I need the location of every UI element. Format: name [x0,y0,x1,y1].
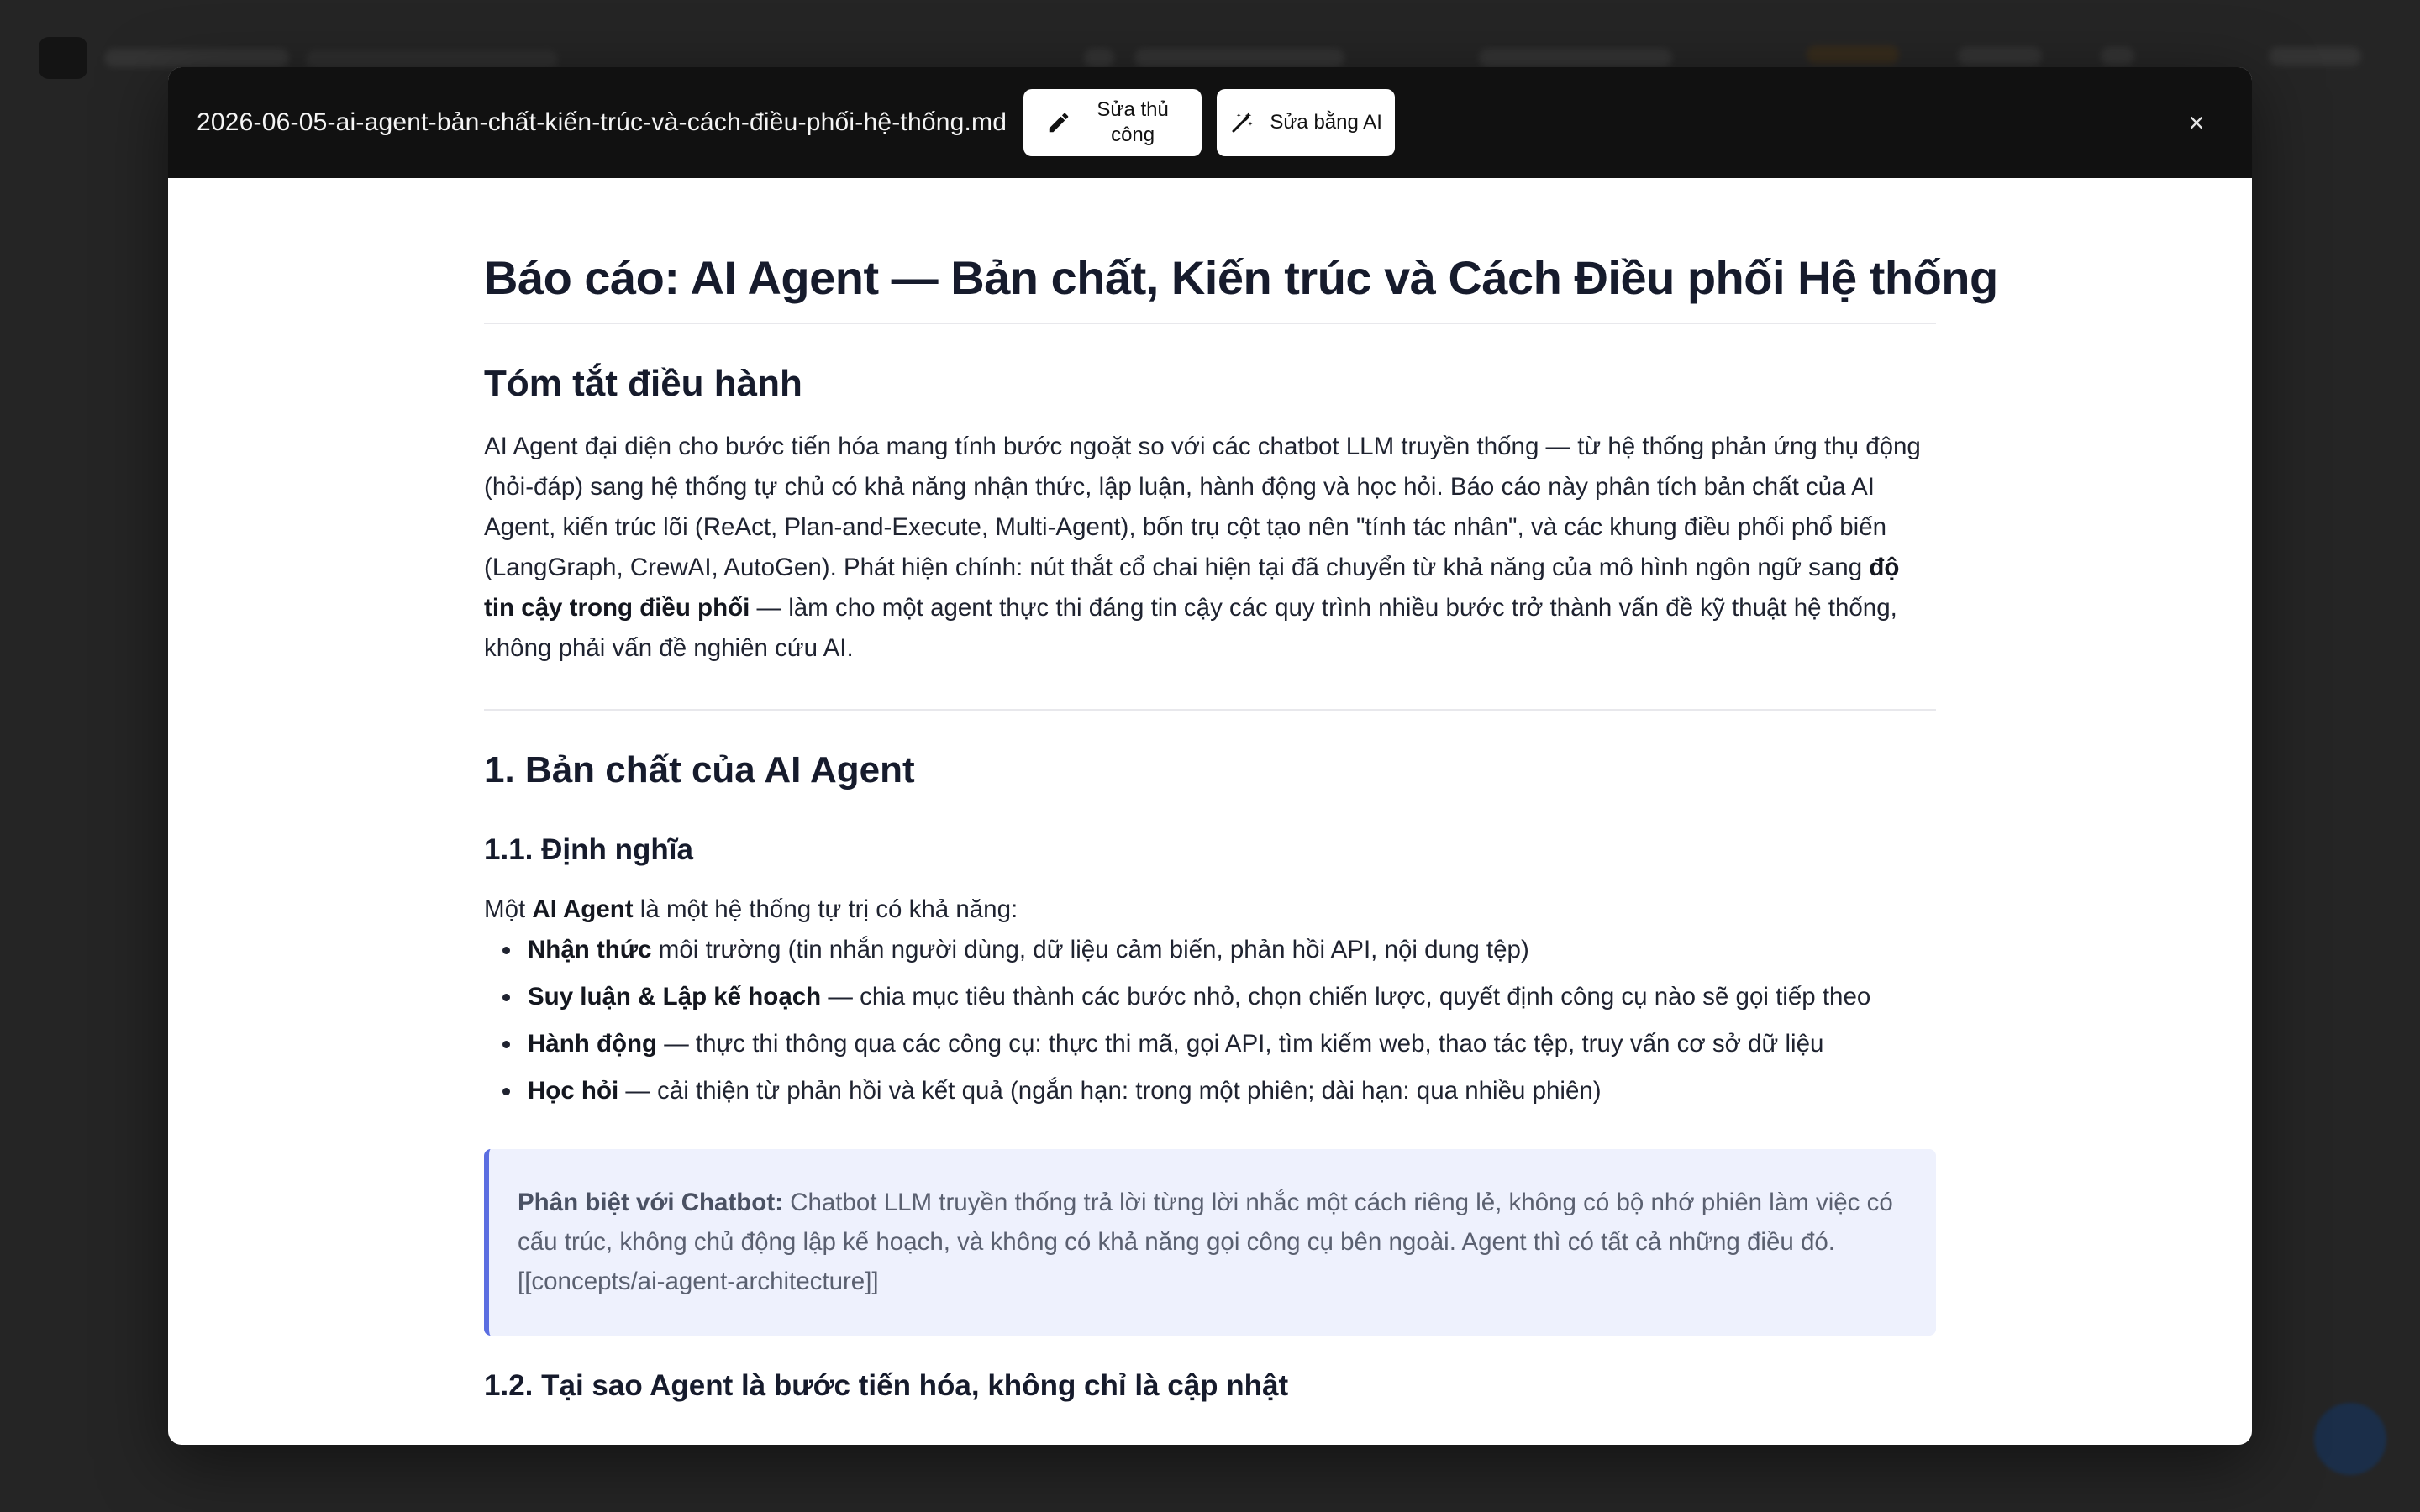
list-item: Nhận thức môi trường (tin nhắn người dùn… [484,927,1936,974]
list-item-bold: Suy luận & Lập kế hoạch [528,983,822,1011]
definition-paragraph: Một AI Agent là một hệ thống tự trị có k… [484,890,1936,930]
sub12-heading: 1.2. Tại sao Agent là bước tiến hóa, khô… [484,1369,1289,1402]
document-title: Báo cáo: AI Agent — Bản chất, Kiến trúc … [484,251,1998,304]
section1-heading: 1. Bản chất của AI Agent [484,749,915,790]
title-divider [484,323,1936,324]
callout-bold: Phân biệt với Chatbot: [518,1189,783,1216]
section-divider [484,709,1936,711]
list-item-text: — chia mục tiêu thành các bước nhỏ, chọn… [828,983,1871,1011]
capabilities-list: Nhận thức môi trường (tin nhắn người dùn… [484,927,1936,1115]
definition-bold: AI Agent [532,895,634,923]
list-item-text: môi trường (tin nhắn người dùng, dữ liệu… [658,936,1529,963]
list-item-text: — cải thiện từ phản hồi và kết quả (ngắn… [625,1077,1602,1105]
summary-text: AI Agent đại diện cho bước tiến hóa mang… [484,433,1921,581]
definition-prefix: Một [484,895,526,923]
document-content: Báo cáo: AI Agent — Bản chất, Kiến trúc … [484,67,1998,1445]
summary-paragraph: AI Agent đại diện cho bước tiến hóa mang… [484,427,1936,669]
document-preview-modal: 2026-06-05-ai-agent-bản-chất-kiến-trúc-v… [168,67,2252,1445]
list-item-bold: Học hỏi [528,1077,619,1105]
chatbot-distinction-callout: Phân biệt với Chatbot: Chatbot LLM truyề… [484,1149,1936,1336]
summary-heading: Tóm tắt điều hành [484,363,802,404]
sub11-heading: 1.1. Định nghĩa [484,833,693,866]
list-item: Suy luận & Lập kế hoạch — chia mục tiêu … [484,974,1936,1021]
definition-suffix: là một hệ thống tự trị có khả năng: [639,895,1018,923]
list-item-bold: Nhận thức [528,936,652,963]
list-item-text: — thực thi thông qua các công cụ: thực t… [664,1030,1824,1058]
list-item-bold: Hành động [528,1030,658,1058]
close-icon[interactable]: × [2178,104,2215,141]
list-item: Hành động — thực thi thông qua các công … [484,1021,1936,1068]
list-item: Học hỏi — cải thiện từ phản hồi và kết q… [484,1068,1936,1115]
